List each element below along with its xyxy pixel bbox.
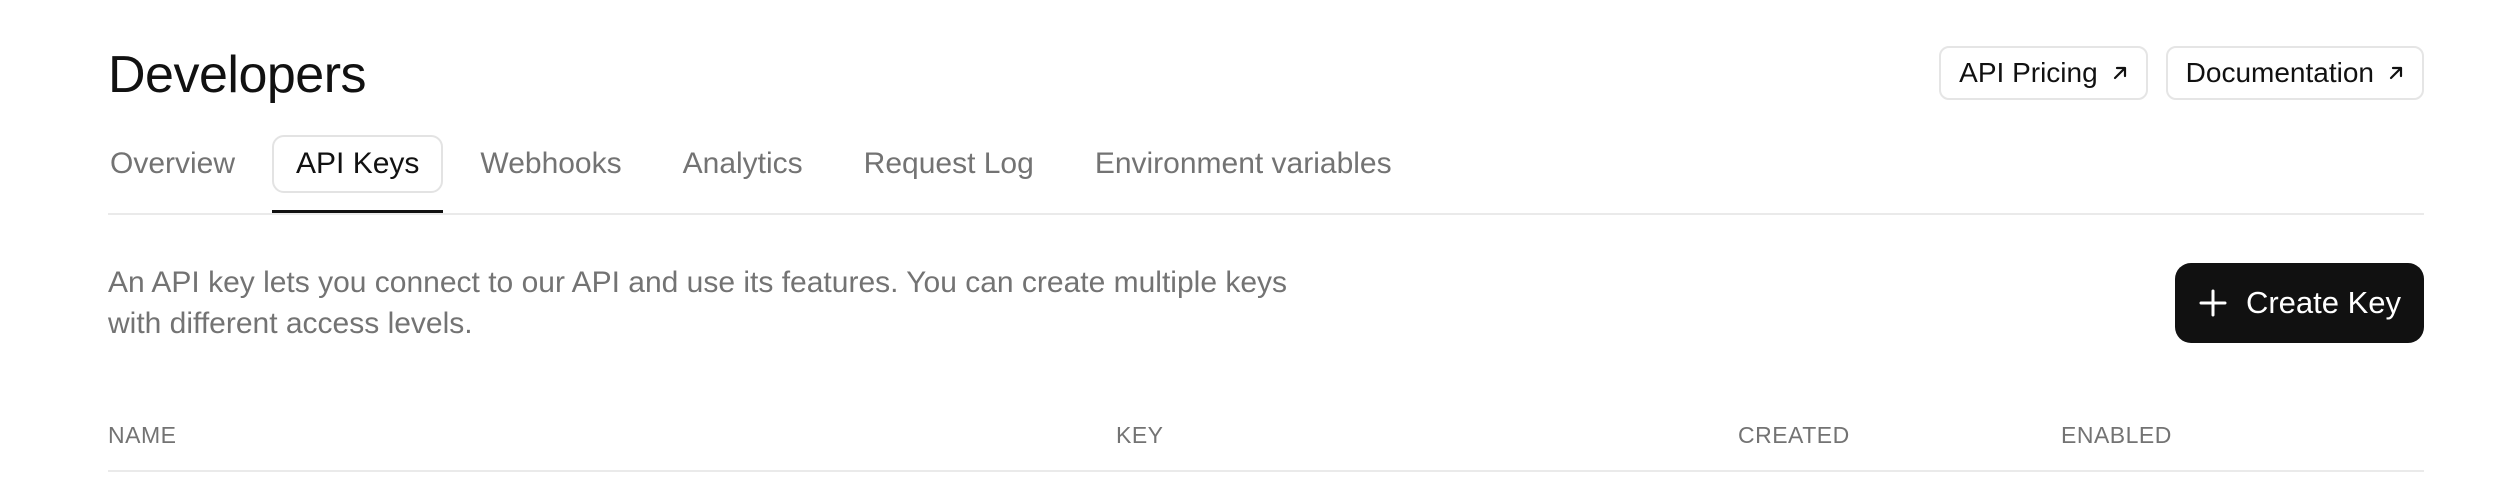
tab-webhooks[interactable]: Webhooks <box>456 135 645 193</box>
developers-page: Developers API Pricing Documentation Ove… <box>0 0 2496 488</box>
tab-analytics[interactable]: Analytics <box>659 135 827 193</box>
column-header-name[interactable]: NAME <box>108 422 176 449</box>
column-header-key[interactable]: KEY <box>1116 422 1164 449</box>
tab-overview[interactable]: Overview <box>86 135 259 193</box>
header-links: API Pricing Documentation <box>1939 46 2424 100</box>
arrow-up-right-icon <box>2110 63 2130 83</box>
table-header: NAME KEY CREATED ENABLED <box>108 418 2424 472</box>
create-key-label: Create Key <box>2245 285 2402 320</box>
column-header-enabled[interactable]: ENABLED <box>2061 422 2172 449</box>
plus-icon <box>2198 288 2228 318</box>
tab-request-log[interactable]: Request Log <box>840 135 1058 193</box>
create-key-button[interactable]: Create Key <box>2175 263 2424 343</box>
tab-bar: Overview API Keys Webhooks Analytics Req… <box>108 135 2424 215</box>
page-title: Developers <box>108 46 367 104</box>
tab-api-keys[interactable]: API Keys <box>272 135 444 213</box>
api-pricing-label: API Pricing <box>1959 57 2098 88</box>
tab-environment-variables[interactable]: Environment variables <box>1071 135 1416 193</box>
api-pricing-link[interactable]: API Pricing <box>1939 46 2148 100</box>
documentation-label: Documentation <box>2185 57 2374 88</box>
documentation-link[interactable]: Documentation <box>2165 46 2424 100</box>
api-keys-description: An API key lets you connect to our API a… <box>108 266 1288 340</box>
arrow-up-right-icon <box>2386 63 2406 83</box>
column-header-created[interactable]: CREATED <box>1738 422 1850 449</box>
